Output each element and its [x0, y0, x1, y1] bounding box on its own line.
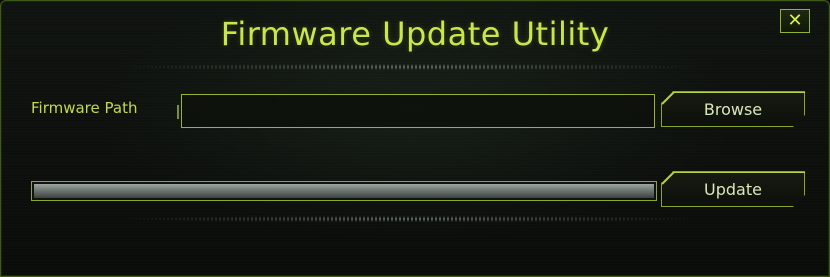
firmware-path-label: Firmware Path	[31, 99, 138, 117]
progress-fill	[34, 184, 654, 198]
update-button[interactable]: Update	[661, 171, 805, 207]
label-separator	[177, 105, 179, 119]
close-icon: ✕	[787, 10, 803, 31]
firmware-path-input[interactable]	[181, 94, 655, 128]
close-button[interactable]: ✕	[780, 9, 810, 33]
bottom-divider	[131, 216, 691, 222]
top-divider	[131, 64, 691, 70]
update-progress-bar	[31, 181, 657, 201]
browse-button[interactable]: Browse	[661, 91, 805, 127]
window-title: Firmware Update Utility	[220, 15, 610, 53]
update-button-label: Update	[704, 179, 762, 199]
browse-button-label: Browse	[703, 99, 763, 119]
firmware-update-window: Firmware Update Utility ✕ Firmware Path …	[0, 0, 830, 277]
